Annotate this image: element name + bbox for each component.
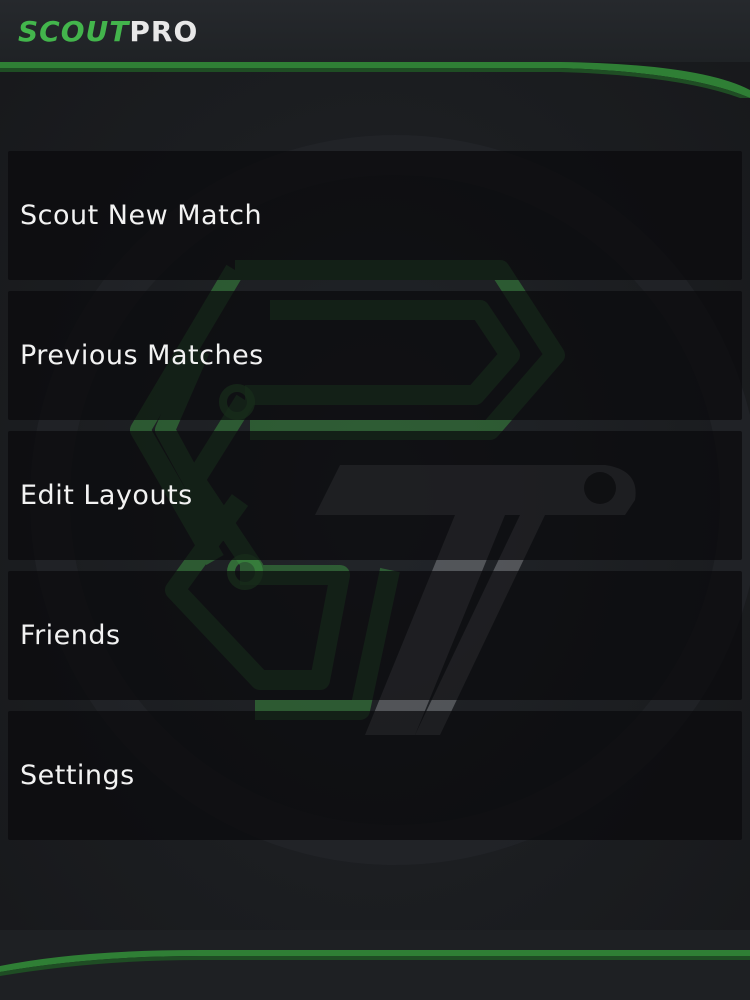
header-accent-stripe	[0, 62, 750, 98]
menu-item-label: Edit Layouts	[20, 480, 193, 511]
menu-item-label: Settings	[20, 760, 135, 791]
menu-item-scout-new-match[interactable]: Scout New Match	[8, 151, 742, 280]
main-menu: Scout New Match Previous Matches Edit La…	[8, 151, 742, 851]
app-header: SCOUTPRO	[0, 0, 750, 62]
footer-accent-stripe	[0, 930, 750, 1000]
menu-item-settings[interactable]: Settings	[8, 711, 742, 840]
app-brand: SCOUTPRO	[18, 14, 198, 50]
menu-item-label: Scout New Match	[20, 200, 263, 231]
menu-item-previous-matches[interactable]: Previous Matches	[8, 291, 742, 420]
menu-item-label: Friends	[20, 620, 121, 651]
main-screen: SCOUTPRO Scout New Match Previous Matche…	[0, 0, 750, 1000]
menu-item-edit-layouts[interactable]: Edit Layouts	[8, 431, 742, 560]
menu-item-label: Previous Matches	[20, 340, 264, 371]
brand-pro: PRO	[129, 15, 199, 48]
brand-scout: SCOUT	[18, 15, 130, 48]
menu-item-friends[interactable]: Friends	[8, 571, 742, 700]
